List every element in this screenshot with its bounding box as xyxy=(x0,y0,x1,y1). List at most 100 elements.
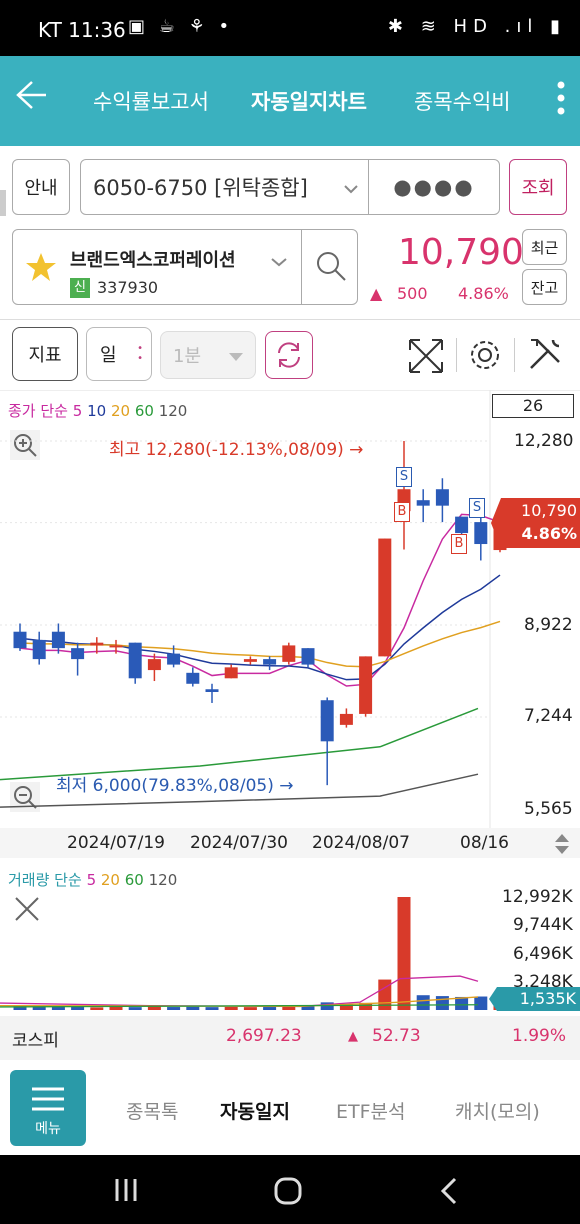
buy-signal-marker: B xyxy=(451,534,467,554)
divider xyxy=(456,338,457,372)
index-value: 2,697.23 xyxy=(226,1026,302,1046)
index-pct: 1.99% xyxy=(512,1026,567,1046)
hamburger-icon xyxy=(32,1087,64,1111)
volume-y-tick: 12,992K xyxy=(502,887,573,907)
recent-button[interactable]: 최근 xyxy=(522,229,567,265)
system-nav-bar xyxy=(0,1155,580,1224)
minute-label: 1분 xyxy=(173,346,202,367)
refresh-icon xyxy=(278,342,300,368)
indicator-button[interactable]: 지표 xyxy=(12,327,78,381)
candle xyxy=(474,522,488,545)
volume-bar xyxy=(301,1006,315,1010)
settings-gear-icon[interactable] xyxy=(468,338,502,376)
volume-y-tick: 6,496K xyxy=(513,944,573,964)
minute-select[interactable]: 1분 xyxy=(160,331,256,379)
footer-tab-auto-journal[interactable]: 자동일지 xyxy=(220,1097,290,1124)
candle xyxy=(416,500,430,506)
x-tick: 2024/08/07 xyxy=(312,833,410,853)
more-vert-icon[interactable] xyxy=(556,80,566,122)
guide-button[interactable]: 안내 xyxy=(12,159,70,215)
back-arrow-icon[interactable] xyxy=(14,78,48,119)
home-icon[interactable] xyxy=(274,1177,302,1205)
candle xyxy=(282,645,296,662)
sell-signal-marker: S xyxy=(469,498,485,518)
volume-bar xyxy=(263,1007,277,1010)
x-tick: 2024/07/30 xyxy=(190,833,288,853)
candle xyxy=(205,689,219,692)
x-tick: 08/16 xyxy=(460,833,509,853)
chevron-down-icon[interactable] xyxy=(271,252,287,271)
divider xyxy=(301,230,302,304)
chevron-down-icon xyxy=(344,175,368,199)
menu-button[interactable]: 메뉴 xyxy=(10,1070,86,1146)
index-change: 52.73 xyxy=(372,1026,421,1046)
buy-signal-marker: B xyxy=(394,502,410,522)
candle xyxy=(243,659,257,662)
candle xyxy=(71,648,85,660)
axis-toggle-icon[interactable] xyxy=(552,832,572,860)
volume-bar xyxy=(167,1007,181,1010)
balance-button[interactable]: 잔고 xyxy=(522,269,567,305)
candle xyxy=(224,667,238,679)
account-select[interactable]: 6050-6750 [위탁종합] ●●●● xyxy=(80,159,500,215)
password-field[interactable]: ●●●● xyxy=(369,175,499,199)
candle xyxy=(109,645,123,648)
current-price-tag: 10,790 xyxy=(521,501,577,520)
volume-bar xyxy=(435,996,449,1010)
ma60-line xyxy=(0,707,479,781)
current-price: 10,790 xyxy=(398,232,524,273)
back-icon[interactable] xyxy=(440,1177,458,1205)
volume-bar xyxy=(243,1007,257,1010)
tools-icon[interactable] xyxy=(527,336,563,376)
candle xyxy=(435,489,449,506)
recent-apps-icon[interactable] xyxy=(114,1179,138,1201)
index-name: 코스피 xyxy=(12,1031,59,1051)
footer-tab-etf[interactable]: ETF분석 xyxy=(336,1097,406,1124)
volume-bar xyxy=(320,1002,334,1010)
caret-down-icon xyxy=(229,345,243,366)
search-icon[interactable] xyxy=(315,250,347,286)
candle xyxy=(339,713,353,725)
period-label: 일 xyxy=(100,345,117,366)
ma5-line xyxy=(19,513,501,687)
price-change: 500 xyxy=(397,284,428,303)
new-listing-badge: 신 xyxy=(70,278,90,298)
query-button[interactable]: 조회 xyxy=(509,159,567,215)
current-volume-tag: 1,535K xyxy=(519,989,576,1008)
volume-bar xyxy=(397,897,411,1010)
tab-auto-journal-chart[interactable]: 자동일지차트 xyxy=(251,86,367,116)
status-notification-icons: ▣ ☕ ⚘ • xyxy=(128,16,234,37)
tab-profit-report[interactable]: 수익률보고서 xyxy=(93,86,209,116)
favorite-star-icon[interactable] xyxy=(25,252,57,286)
candle xyxy=(301,648,315,665)
dots-icon: • • xyxy=(137,343,143,364)
status-bar: KT 11:36 ▣ ☕ ⚘ • ✱ ≋ HD .ıl ▮ xyxy=(0,0,580,56)
candle xyxy=(128,642,142,679)
sell-signal-marker: S xyxy=(396,467,412,487)
stock-selector[interactable]: 브랜드엑스코퍼레이션 신 337930 xyxy=(12,229,358,305)
volume-bar xyxy=(109,1006,123,1010)
volume-bar xyxy=(186,1006,200,1010)
footer-tab-stock-talk[interactable]: 종목톡 xyxy=(126,1097,178,1124)
menu-label: 메뉴 xyxy=(35,1121,61,1137)
stock-code: 337930 xyxy=(97,278,159,297)
volume-y-tick: 9,744K xyxy=(513,915,573,935)
drag-handle[interactable] xyxy=(0,190,6,216)
divider xyxy=(514,338,515,372)
volume-bar xyxy=(224,1006,238,1010)
candle xyxy=(167,653,181,665)
candle xyxy=(90,642,104,646)
period-button[interactable]: 일 • • xyxy=(86,327,152,381)
candle xyxy=(359,656,373,714)
index-up-arrow-icon: ▲ xyxy=(348,1029,358,1044)
low-annotation: 최저 6,000(79.83%,08/05) → xyxy=(56,776,294,796)
candle xyxy=(263,659,277,665)
footer-tab-catch[interactable]: 캐치(모의) xyxy=(455,1097,540,1124)
tab-stock-profit[interactable]: 종목수익비 xyxy=(414,86,524,116)
expand-icon[interactable] xyxy=(408,338,444,378)
account-number: 6050-6750 [위탁종합] xyxy=(93,176,308,200)
x-tick: 2024/07/19 xyxy=(67,833,165,853)
refresh-button[interactable] xyxy=(265,331,313,379)
change-up-arrow-icon: ▲ xyxy=(370,284,383,303)
volume-bar xyxy=(71,1006,85,1010)
